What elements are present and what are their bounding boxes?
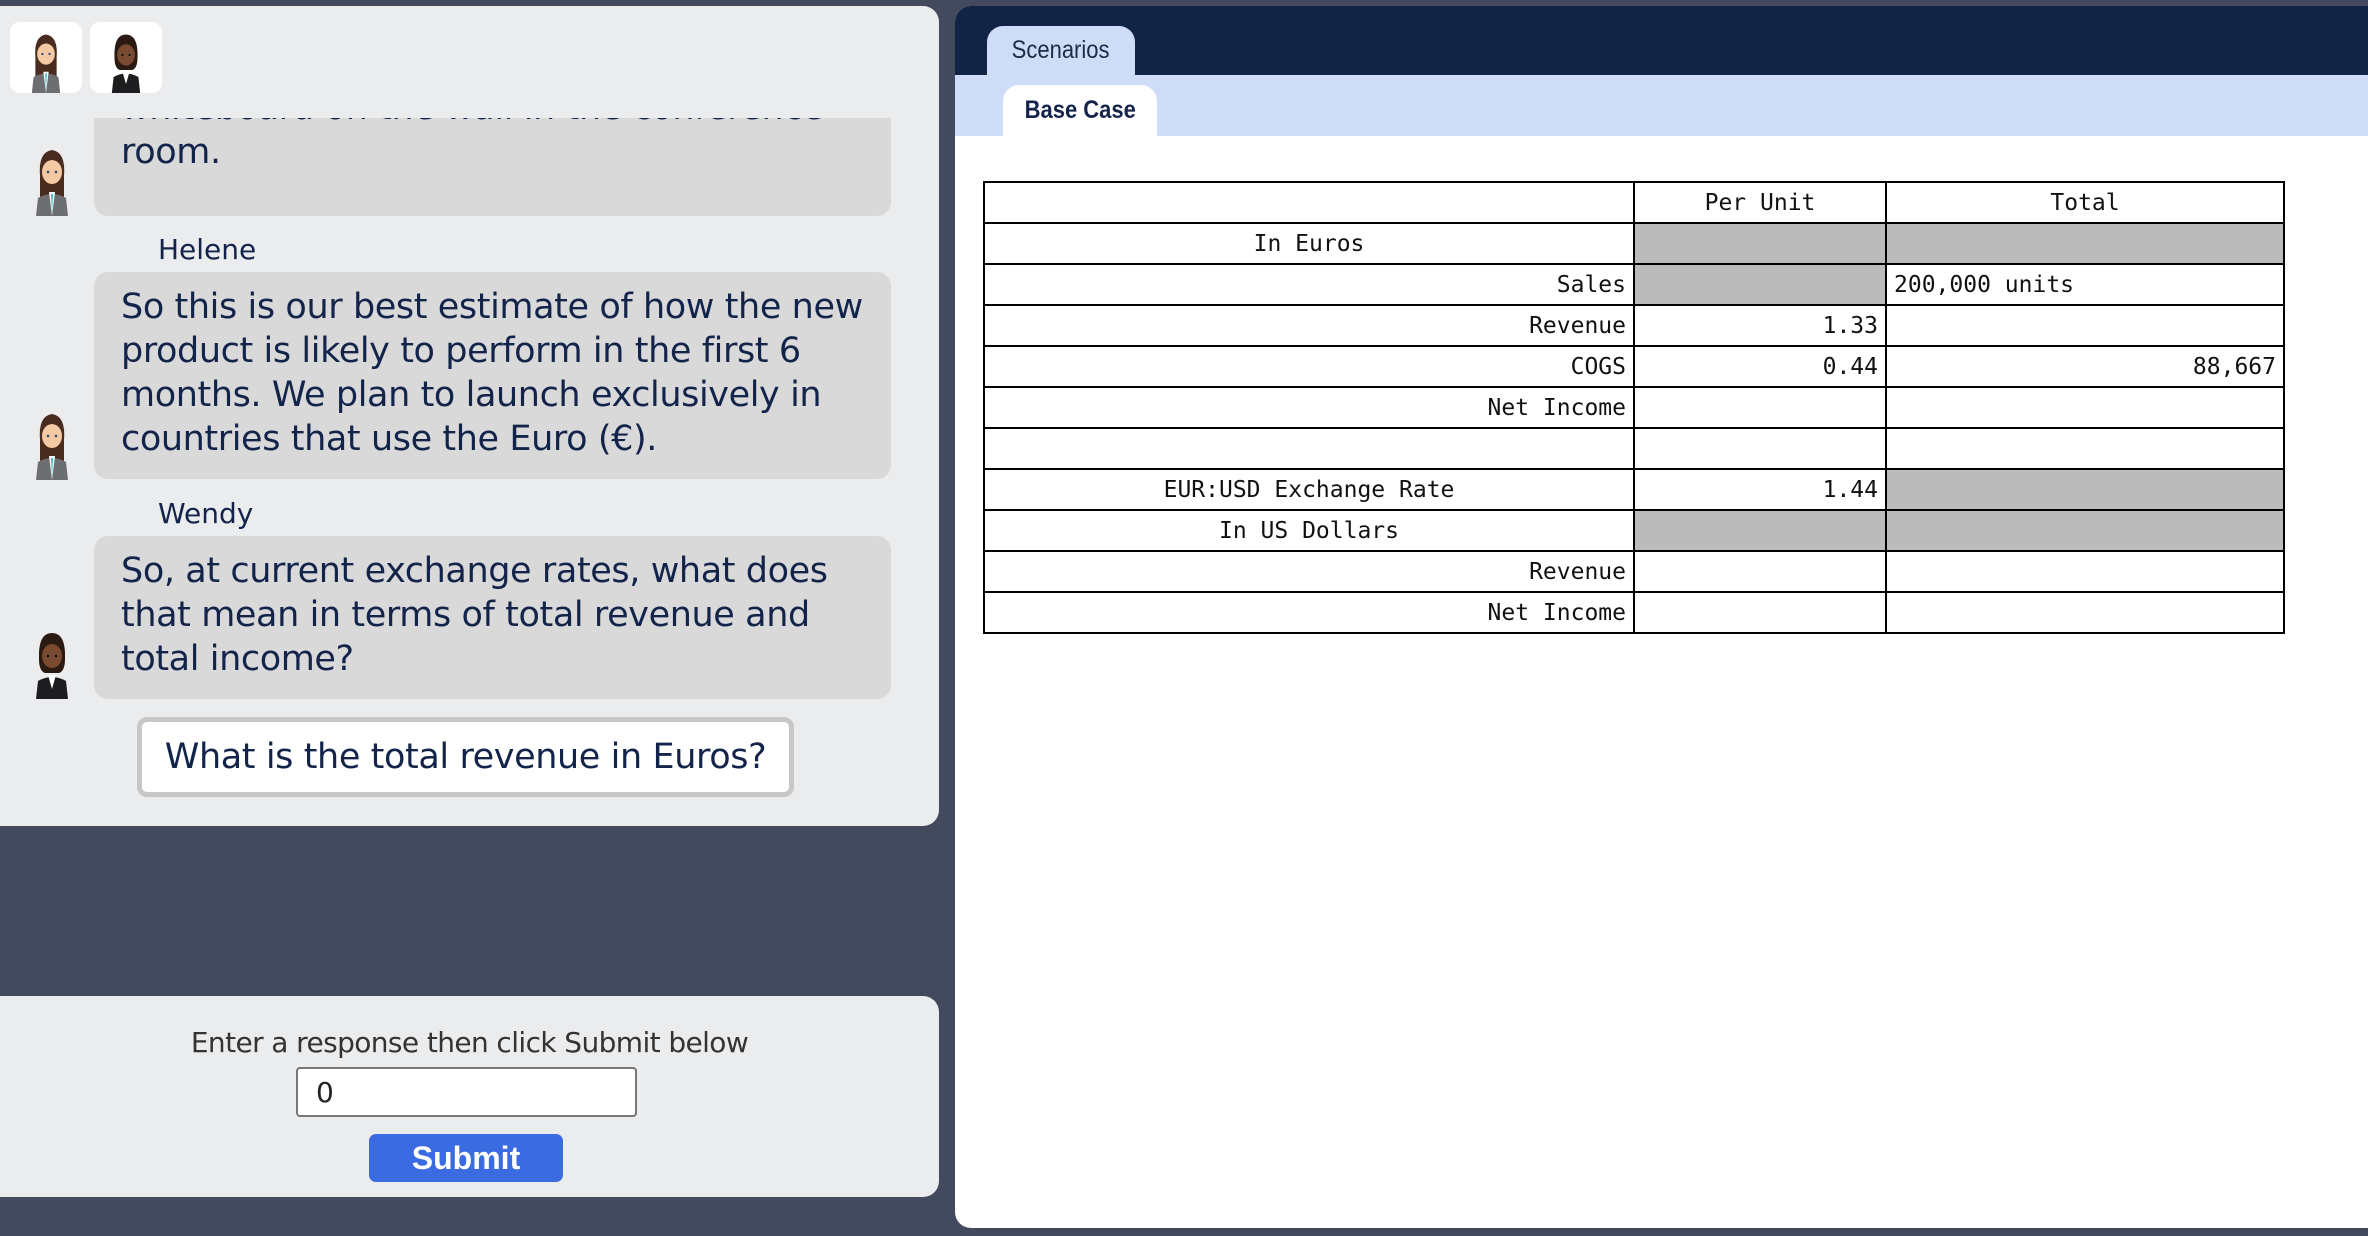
table-row: Revenue (983, 550, 2285, 593)
table-row: Net Income (983, 386, 2285, 429)
row-label: EUR:USD Exchange Rate (983, 468, 1635, 511)
speaker-name: Wendy (158, 497, 254, 530)
wendy-avatar-icon (36, 633, 68, 699)
row-label: Revenue (983, 304, 1635, 347)
per-unit-cell[interactable] (1633, 550, 1887, 593)
response-input[interactable] (296, 1067, 637, 1117)
row-label: Sales (983, 263, 1635, 306)
table-row: Revenue 1.33 (983, 304, 2285, 347)
row-label: Net Income (983, 591, 1635, 634)
tab-scenarios[interactable]: Scenarios (987, 26, 1135, 75)
helene-avatar-icon (36, 150, 68, 216)
total-cell (1885, 468, 2285, 511)
header-cell (983, 181, 1635, 224)
secondary-tab-bar (955, 75, 2368, 136)
response-panel: Enter a response then click Submit below… (0, 996, 939, 1197)
table-row: Net Income (983, 591, 2285, 634)
per-unit-cell[interactable] (1633, 591, 1887, 634)
financial-table: Per Unit Total In Euros Sales 200,000 unit… (983, 181, 2285, 634)
submit-button[interactable]: Submit (369, 1134, 563, 1182)
per-unit-cell[interactable] (1633, 427, 1887, 470)
row-label: In Euros (983, 222, 1635, 265)
table-row: COGS 0.44 88,667 (983, 345, 2285, 388)
row-label: COGS (983, 345, 1635, 388)
message-text: So this is our best estimate of how the … (121, 287, 863, 459)
per-unit-cell[interactable] (1633, 386, 1887, 429)
total-cell[interactable]: 200,000 units (1885, 263, 2285, 306)
response-option-button[interactable]: What is the total revenue in Euros? (137, 717, 794, 797)
header-cell: Total (1885, 181, 2285, 224)
total-cell[interactable] (1885, 427, 2285, 470)
scenario-panel: Scenarios Base Case Per Unit Total In Eu… (955, 6, 2368, 1228)
table-row (983, 427, 2285, 470)
response-instructions: Enter a response then click Submit below (190, 1026, 749, 1059)
tab-label: Scenarios (1012, 36, 1110, 64)
helene-avatar-icon (36, 414, 68, 480)
per-unit-cell (1633, 222, 1887, 265)
chat-panel: whiteboard on the wall in the conference… (0, 6, 939, 826)
per-unit-cell[interactable]: 1.33 (1633, 304, 1887, 347)
message-bubble: So, at current exchange rates, what does… (94, 536, 891, 699)
message-bubble: whiteboard on the wall in the conference… (94, 118, 891, 216)
wendy-avatar-icon (111, 34, 141, 93)
row-label (983, 427, 1635, 470)
tab-label: Base Case (1024, 96, 1136, 124)
speaker-name: Helene (158, 233, 257, 266)
total-cell[interactable] (1885, 550, 2285, 593)
message-text: whiteboard on the wall in the conference… (121, 118, 824, 172)
table-row: In US Dollars (983, 509, 2285, 552)
per-unit-cell[interactable]: 0.44 (1633, 345, 1887, 388)
row-label: In US Dollars (983, 509, 1635, 552)
tab-base-case[interactable]: Base Case (1003, 85, 1157, 136)
header-cell: Per Unit (1633, 181, 1887, 224)
helene-avatar-icon (31, 34, 61, 93)
row-label: Revenue (983, 550, 1635, 593)
chat-transcript[interactable]: whiteboard on the wall in the conference… (0, 118, 939, 826)
total-cell[interactable]: 88,667 (1885, 345, 2285, 388)
table-header-row: Per Unit Total (983, 181, 2285, 224)
participant-helene[interactable] (10, 22, 82, 93)
participant-wendy[interactable] (90, 22, 162, 93)
primary-tab-bar (955, 6, 2368, 75)
total-cell[interactable] (1885, 386, 2285, 429)
total-cell[interactable] (1885, 591, 2285, 634)
total-cell[interactable] (1885, 304, 2285, 347)
table-row: In Euros (983, 222, 2285, 265)
per-unit-cell (1633, 263, 1887, 306)
participant-list (10, 22, 162, 93)
table-row: EUR:USD Exchange Rate 1.44 (983, 468, 2285, 511)
message-text: So, at current exchange rates, what does… (121, 551, 828, 679)
message-bubble: So this is our best estimate of how the … (94, 272, 891, 479)
per-unit-cell[interactable]: 1.44 (1633, 468, 1887, 511)
per-unit-cell (1633, 509, 1887, 552)
row-label: Net Income (983, 386, 1635, 429)
total-cell (1885, 222, 2285, 265)
total-cell (1885, 509, 2285, 552)
table-row: Sales 200,000 units (983, 263, 2285, 306)
